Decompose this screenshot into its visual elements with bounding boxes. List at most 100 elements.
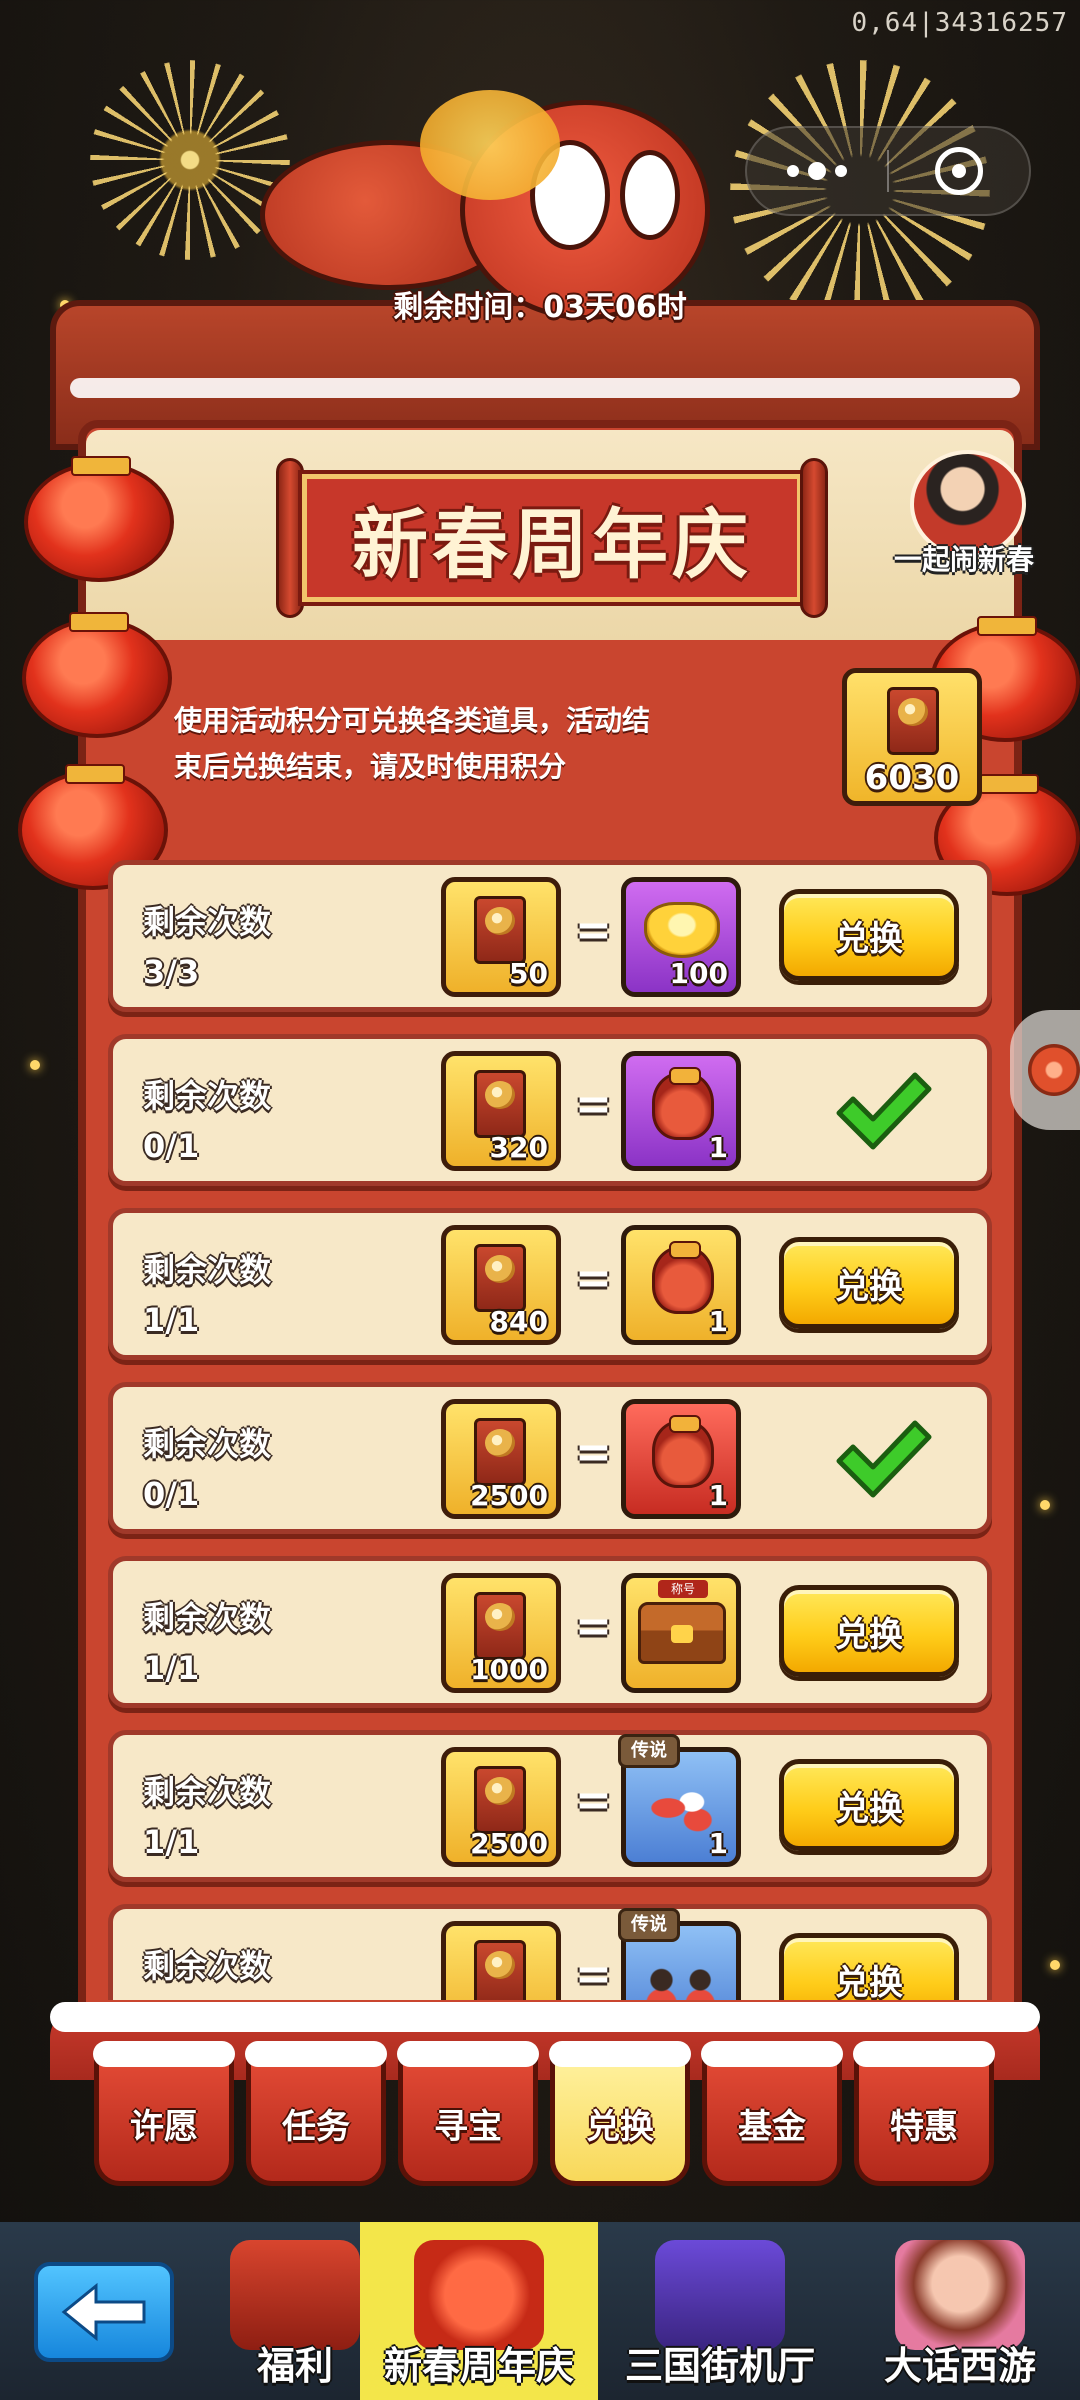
lantern-decoration (24, 456, 174, 582)
companion-label[interactable]: 一起闹新春 (894, 538, 1034, 578)
subtab-3[interactable]: 兑换 (549, 2041, 691, 2186)
subtab-5[interactable]: 特惠 (853, 2041, 995, 2186)
target-icon (935, 147, 983, 195)
exchange-button[interactable]: 兑换 (779, 1933, 959, 2000)
subtab-1[interactable]: 任务 (245, 2041, 387, 2186)
subtab-label: 特惠 (890, 2106, 958, 2147)
reward-item[interactable]: 传说 1 (618, 1734, 741, 1867)
floating-side-button[interactable] (1010, 1010, 1080, 1130)
game-nav-item-0[interactable]: 福利 (230, 2222, 360, 2400)
reward-count: 1 (708, 1131, 728, 1164)
back-button[interactable] (34, 2262, 174, 2362)
subtab-4[interactable]: 基金 (701, 2041, 843, 2186)
remaining-label: 剩余次数 (143, 1251, 272, 1289)
event-timer: 剩余时间：03天06时 (393, 290, 687, 325)
lucky-bag-icon (652, 1241, 714, 1314)
exchange-list[interactable]: 剩余次数 3/3 50 = 100 兑换 剩余次数 0/1 320 = 1 剩余次数 1/1 840 = 1 兑… (100, 852, 1000, 2000)
remaining-label: 剩余次数 (143, 903, 272, 941)
reward-item[interactable]: 传说 (618, 1908, 741, 2000)
gold-ingot-icon (644, 902, 720, 958)
remaining-label: 剩余次数 (143, 1947, 272, 1985)
event-token-icon (474, 1940, 526, 2000)
cost-value: 2500 (470, 1827, 548, 1860)
game-nav-label: 福利 (256, 2344, 333, 2388)
roof-snow (70, 378, 1020, 398)
subtab-label: 任务 (282, 2106, 350, 2147)
remaining-count: 剩余次数 3/3 (143, 897, 271, 997)
remaining-value: 1/1 (143, 1991, 271, 2000)
game-nav-item-2[interactable]: 三国街机厅 (610, 2222, 830, 2400)
cost-item[interactable]: 1000 (441, 1573, 561, 1693)
remaining-label: 剩余次数 (143, 1425, 272, 1463)
remaining-label: 剩余次数 (143, 1599, 272, 1637)
reward-item[interactable]: 称号 (621, 1573, 741, 1693)
reward-item[interactable]: 100 (621, 877, 741, 997)
legend-tag: 传说 (618, 1734, 680, 1768)
remaining-count: 剩余次数 1/1 (143, 1245, 271, 1345)
exchange-button[interactable]: 兑换 (779, 889, 959, 981)
event-token-icon (474, 1070, 526, 1138)
cost-value: 320 (489, 1131, 548, 1164)
exchange-row: 剩余次数 0/1 2500 = 1 (108, 1382, 992, 1534)
lantern-decoration (22, 612, 172, 738)
cost-item[interactable]: 2500 (441, 1747, 561, 1867)
exchange-row: 剩余次数 3/3 50 = 100 兑换 (108, 860, 992, 1012)
event-token-icon (474, 1592, 526, 1660)
cost-value: 840 (489, 1305, 548, 1338)
exchange-row: 剩余次数 1/1 2500 = 传说 1 兑换 (108, 1730, 992, 1882)
game-nav-label: 三国街机厅 (624, 2344, 815, 2388)
exchange-button[interactable]: 兑换 (779, 1237, 959, 1329)
remaining-value: 1/1 (143, 1823, 200, 1861)
reward-item[interactable]: 1 (621, 1051, 741, 1171)
equals-sign: = (575, 1601, 612, 1652)
event-token-icon (474, 1766, 526, 1834)
legend-tag: 传说 (618, 1908, 680, 1942)
remaining-label: 剩余次数 (143, 1077, 272, 1115)
subtab-label: 兑换 (586, 2106, 654, 2147)
remaining-count: 剩余次数 1/1 (143, 1941, 271, 2000)
spark-decoration (1050, 1960, 1060, 1970)
spark-decoration (1040, 1500, 1050, 1510)
cost-item[interactable]: 2500 (441, 1399, 561, 1519)
event-token-icon (887, 687, 939, 755)
exchange-button[interactable]: 兑换 (779, 1585, 959, 1677)
game-nav-item-3[interactable]: 大话西游 (840, 2222, 1080, 2400)
equals-sign: = (575, 1079, 612, 1130)
lucky-bag-icon (652, 1067, 714, 1140)
equals-sign: = (575, 1427, 612, 1478)
game-nav-item-1[interactable]: 新春周年庆 (360, 2222, 598, 2400)
game-nav-label: 新春周年庆 (383, 2344, 574, 2388)
cost-item[interactable]: 840 (441, 1225, 561, 1345)
close-miniapp-button[interactable] (889, 147, 1029, 195)
remaining-count: 剩余次数 0/1 (143, 1071, 271, 1171)
treasure-chest-icon (638, 1602, 726, 1664)
check-icon (836, 1072, 932, 1150)
exchange-row: 剩余次数 0/1 320 = 1 (108, 1034, 992, 1186)
exchange-row: 剩余次数 1/1 2500 =传说兑换 (108, 1904, 992, 2000)
event-title: 新春周年庆 (352, 500, 752, 589)
back-arrow-icon (61, 2282, 146, 2342)
remaining-value: 1/1 (143, 1301, 200, 1339)
cost-value: 50 (509, 957, 548, 990)
subtab-0[interactable]: 许愿 (93, 2041, 235, 2186)
event-token-icon (474, 1418, 526, 1486)
title-tag: 称号 (658, 1580, 708, 1598)
reward-item[interactable]: 1 (621, 1225, 741, 1345)
equals-sign: = (575, 1949, 612, 2000)
cost-item[interactable]: 50 (441, 877, 561, 997)
event-subtabs: 许愿 任务 寻宝 兑换 基金 特惠 (93, 2041, 1006, 2200)
check-icon (836, 1420, 932, 1498)
more-menu-button[interactable] (747, 162, 887, 180)
remaining-value: 3/3 (143, 953, 200, 991)
exchange-button[interactable]: 兑换 (779, 1759, 959, 1851)
game-icon (230, 2240, 360, 2350)
cost-item[interactable]: 320 (441, 1051, 561, 1171)
subtab-2[interactable]: 寻宝 (397, 2041, 539, 2186)
reward-count: 1 (708, 1827, 728, 1860)
cost-item[interactable]: 2500 (441, 1921, 561, 2000)
reward-count: 1 (708, 1305, 728, 1338)
event-intro-text: 使用活动积分可兑换各类道具，活动结 束后兑换结束，请及时使用积分 (174, 704, 651, 783)
reward-count: 100 (669, 957, 728, 990)
points-value: 6030 (864, 758, 960, 798)
reward-item[interactable]: 1 (621, 1399, 741, 1519)
